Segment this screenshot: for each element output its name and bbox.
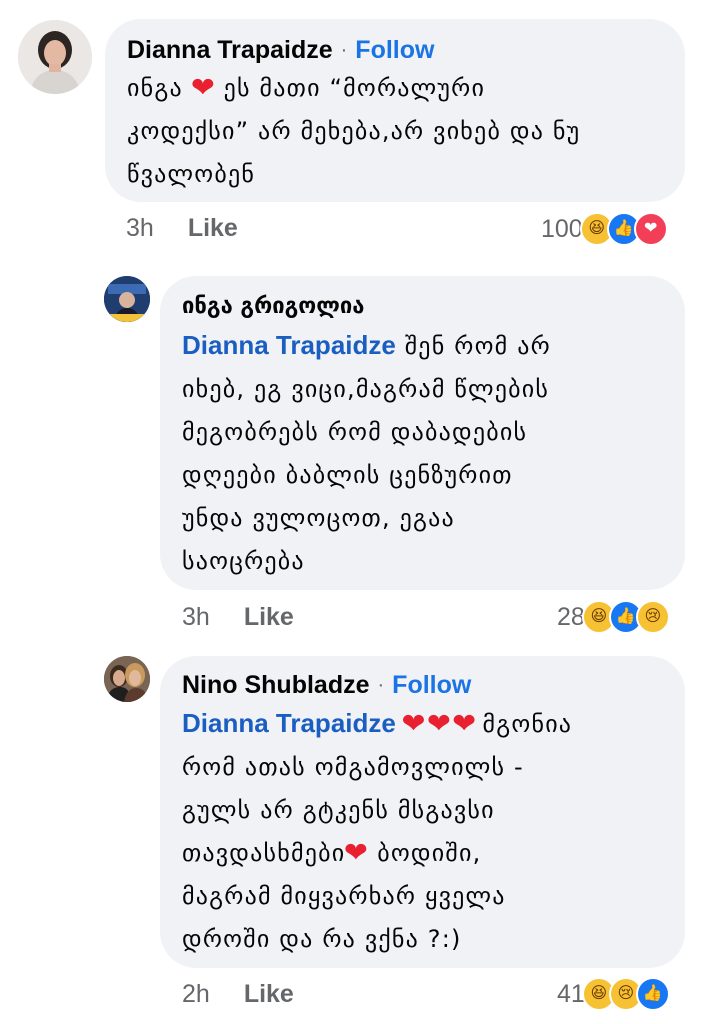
comment-actions: 2h Like (182, 980, 294, 1009)
text-line: გულს არ გტკენს მსგავსი (182, 796, 495, 824)
mention-link[interactable]: Dianna Trapaidze (182, 330, 396, 360)
comment-bubble: ინგა გრიგოლია Dianna Trapaidze შენ რომ ა… (160, 276, 685, 590)
author-name[interactable]: Dianna Trapaidze (127, 35, 333, 65)
text-line: თავდასხმები❤ ბოდიში, (182, 832, 663, 875)
text-line: Dianna Trapaidze ❤❤❤ მგონია (182, 702, 663, 746)
follow-button[interactable]: Follow (392, 670, 471, 700)
comment-bubble: Dianna Trapaidze · Follow ინგა ❤ ეს მათი… (105, 19, 685, 202)
text-segment: ეს მათი “მორალური (223, 74, 486, 102)
heart-emoji: ❤❤❤ (401, 708, 478, 740)
text-line: მაგრამ მიყვარხარ ყველა (182, 882, 506, 910)
comment-header: Dianna Trapaidze · Follow (127, 35, 663, 65)
profile-photo (18, 20, 92, 94)
profile-photo (104, 656, 150, 702)
reaction-count: 41 (557, 979, 585, 1008)
separator-dot: · (377, 674, 385, 696)
comment-text: ინგა ❤ ეს მათი “მორალური კოდექსი” არ მეხ… (127, 67, 663, 196)
comment-actions: 3h Like (126, 214, 238, 243)
like-button[interactable]: Like (244, 980, 294, 1009)
comment-text: Dianna Trapaidze შენ რომ არ იხებ, ეგ ვიც… (182, 324, 663, 583)
timestamp[interactable]: 3h (182, 603, 210, 632)
comment-header: ინგა გრიგოლია (182, 292, 663, 322)
like-button[interactable]: Like (188, 214, 238, 243)
reactions-summary[interactable]: 41 😆 😢 👍 (557, 977, 670, 1011)
text-line: მეგობრებს რომ დაბადების (182, 418, 528, 446)
text-line: უნდა ვულოცოთ, ეგაა (182, 504, 455, 532)
avatar[interactable] (18, 20, 92, 94)
author-name[interactable]: Nino Shubladze (182, 670, 370, 700)
love-icon: ❤ (633, 212, 668, 246)
text-line: იხებ, ეგ ვიცი,მაგრამ წლების (182, 375, 550, 403)
text-line: Dianna Trapaidze შენ რომ არ (182, 324, 663, 368)
text-line: დროში და რა ვქნა ?:) (182, 925, 462, 953)
text-segment: თავდასხმები (182, 839, 346, 867)
mention-link[interactable]: Dianna Trapaidze (182, 708, 396, 738)
text-line: ინგა ❤ ეს მათი “მორალური (127, 67, 663, 110)
reactions-summary[interactable]: 28 😆 👍 😢 (557, 600, 670, 634)
sad-icon: 😢 (635, 600, 670, 634)
follow-button[interactable]: Follow (355, 35, 434, 65)
comment-bubble: Nino Shubladze · Follow Dianna Trapaidze… (160, 656, 685, 968)
author-name[interactable]: ინგა გრიგოლია (182, 292, 364, 322)
like-icon: 👍 (635, 977, 670, 1011)
text-segment: მგონია (482, 710, 573, 738)
text-line: რომ ათას ომგამოვლილს - (182, 753, 524, 781)
avatar[interactable] (104, 276, 150, 322)
comment-actions: 3h Like (182, 603, 294, 632)
avatar[interactable] (104, 656, 150, 702)
text-segment: ბოდიში, (377, 839, 482, 867)
text-line: წვალობენ (127, 160, 256, 188)
text-line: დღეები ბაბლის ცენზურით (182, 461, 513, 489)
text-line: საოცრება (182, 547, 305, 575)
timestamp[interactable]: 3h (126, 214, 154, 243)
separator-dot: · (340, 39, 348, 61)
reaction-count: 28 (557, 602, 585, 631)
text-segment: შენ რომ არ (404, 332, 551, 360)
reactions-summary[interactable]: 100 😆 👍 ❤ (541, 212, 668, 246)
like-button[interactable]: Like (244, 603, 294, 632)
text-segment: ინგა (127, 74, 183, 102)
comment-header: Nino Shubladze · Follow (182, 670, 663, 700)
timestamp[interactable]: 2h (182, 980, 210, 1009)
text-line: კოდექსი” არ მეხება,არ ვიხებ და ნუ (127, 117, 581, 145)
reaction-count: 100 (541, 214, 583, 243)
profile-photo (104, 276, 150, 322)
comment-text: Dianna Trapaidze ❤❤❤ მგონია რომ ათას ომგ… (182, 702, 663, 961)
heart-emoji: ❤ (344, 837, 370, 869)
heart-emoji: ❤ (190, 72, 216, 104)
